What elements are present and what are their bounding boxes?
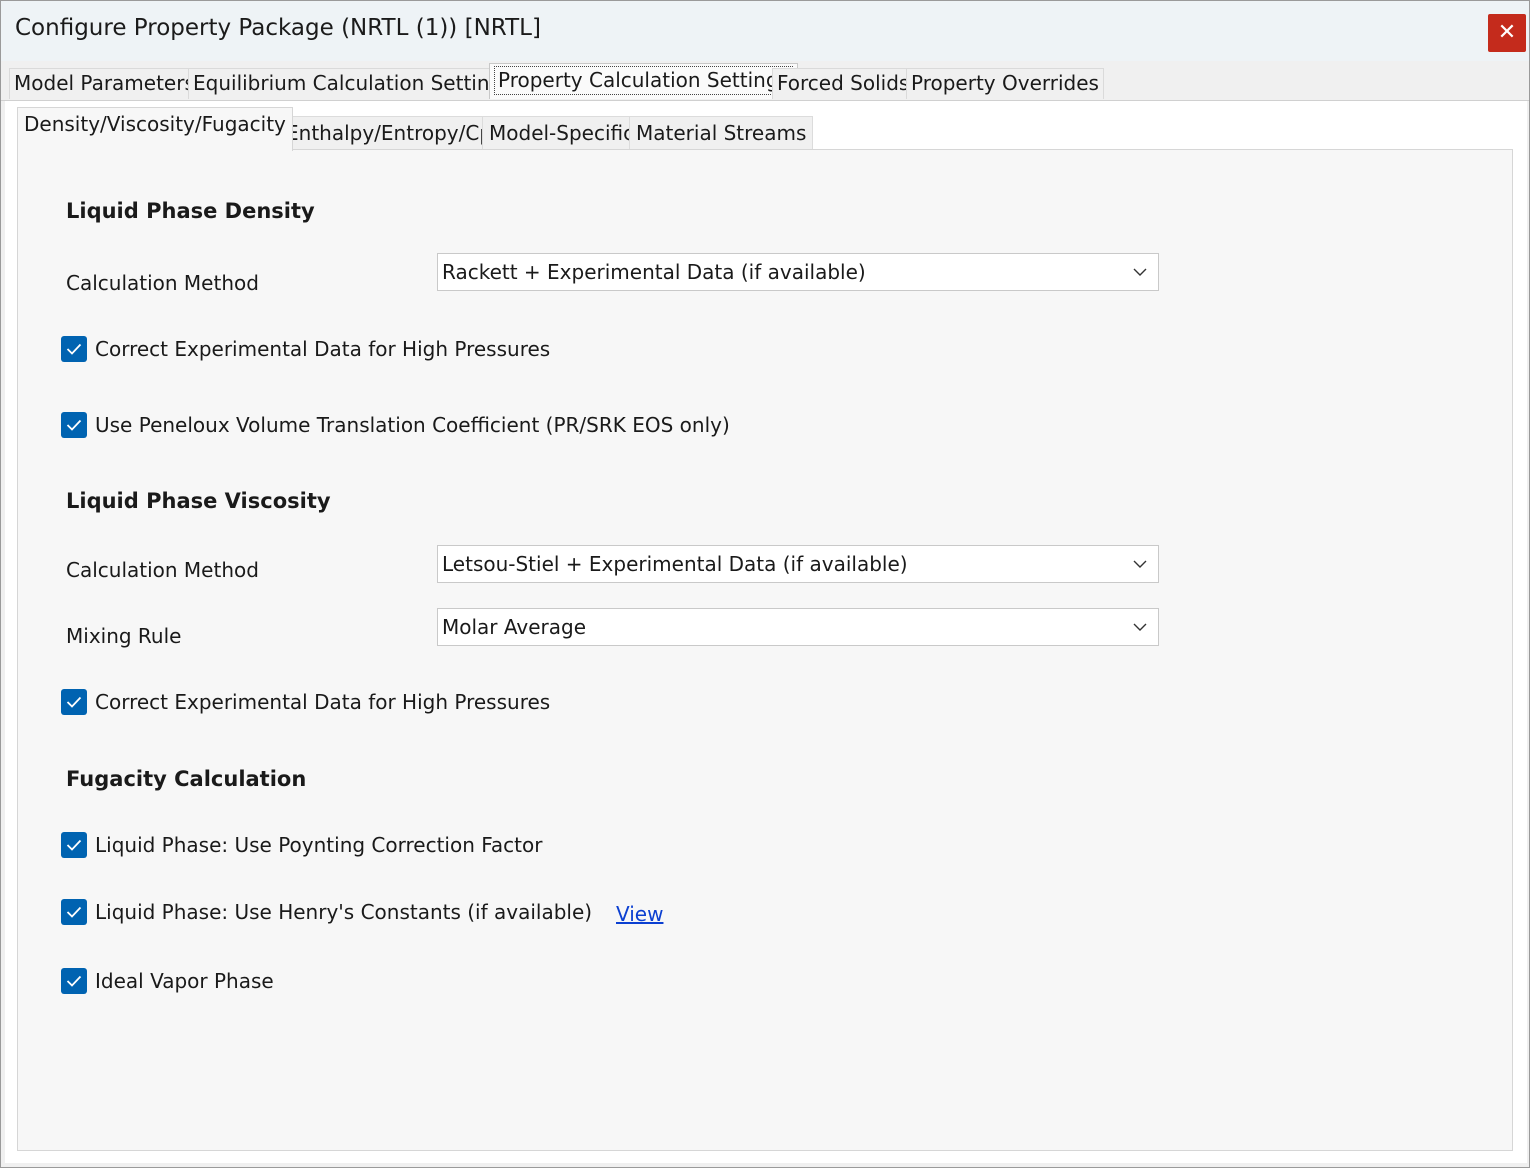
density-correct-high-pressure-checkbox[interactable]: Correct Experimental Data for High Press… xyxy=(61,336,550,366)
close-button[interactable]: ✕ xyxy=(1488,14,1526,52)
liquid-density-heading: Liquid Phase Density xyxy=(66,199,315,223)
checkbox-checked-icon xyxy=(61,968,87,994)
tab-property-overrides[interactable]: Property Overrides xyxy=(906,68,1104,99)
ideal-vapor-label: Ideal Vapor Phase xyxy=(95,969,274,993)
viscosity-correct-high-pressure-checkbox[interactable]: Correct Experimental Data for High Press… xyxy=(61,689,550,719)
checkbox-checked-icon xyxy=(61,832,87,858)
mixing-rule-label: Mixing Rule xyxy=(66,624,182,648)
window-title: Configure Property Package (NRTL (1)) [N… xyxy=(15,15,541,41)
outer-tab-bar: Model Parameters Equilibrium Calculation… xyxy=(1,61,1529,101)
checkbox-checked-icon xyxy=(61,689,87,715)
mixing-rule-dropdown[interactable]: Molar Average xyxy=(437,608,1159,646)
checkbox-checked-icon xyxy=(61,336,87,362)
checkbox-checked-icon xyxy=(61,899,87,925)
title-bar: Configure Property Package (NRTL (1)) [N… xyxy=(1,1,1529,61)
viscosity-correct-high-pressure-label: Correct Experimental Data for High Press… xyxy=(95,690,551,714)
tab-model-specific[interactable]: Model-Specific xyxy=(482,116,642,150)
checkbox-checked-icon xyxy=(61,412,87,438)
tab-density-viscosity-fugacity[interactable]: Density/Viscosity/Fugacity xyxy=(17,107,293,151)
henry-view-link[interactable]: View xyxy=(616,902,663,926)
viscosity-calc-method-value: Letsou-Stiel + Experimental Data (if ava… xyxy=(442,552,908,576)
density-calc-method-label: Calculation Method xyxy=(66,271,259,295)
tab-equilibrium-calculation-settings[interactable]: Equilibrium Calculation Settings xyxy=(188,68,518,99)
tab-enthalpy-entropy-cp[interactable]: Enthalpy/Entropy/Cp xyxy=(279,116,500,150)
density-calc-method-value: Rackett + Experimental Data (if availabl… xyxy=(442,260,866,284)
liquid-viscosity-heading: Liquid Phase Viscosity xyxy=(66,489,331,513)
inner-tab-bar: Density/Viscosity/Fugacity Enthalpy/Entr… xyxy=(17,107,1513,151)
poynting-label: Liquid Phase: Use Poynting Correction Fa… xyxy=(95,833,543,857)
tab-property-calculation-settings-label: Property Calculation Settings xyxy=(494,66,793,95)
chevron-down-icon xyxy=(1133,623,1147,631)
viscosity-calc-method-dropdown[interactable]: Letsou-Stiel + Experimental Data (if ava… xyxy=(437,545,1159,583)
chevron-down-icon xyxy=(1133,560,1147,568)
tab-material-streams[interactable]: Material Streams xyxy=(629,116,814,150)
density-calc-method-dropdown[interactable]: Rackett + Experimental Data (if availabl… xyxy=(437,253,1159,291)
property-calculation-settings-panel: Density/Viscosity/Fugacity Enthalpy/Entr… xyxy=(5,101,1527,1163)
close-icon: ✕ xyxy=(1497,20,1517,45)
poynting-checkbox[interactable]: Liquid Phase: Use Poynting Correction Fa… xyxy=(61,832,543,862)
henry-constants-checkbox[interactable]: Liquid Phase: Use Henry's Constants (if … xyxy=(61,899,592,929)
mixing-rule-value: Molar Average xyxy=(442,615,587,639)
tab-property-calculation-settings[interactable]: Property Calculation Settings xyxy=(489,63,798,99)
tab-forced-solids[interactable]: Forced Solids xyxy=(772,68,915,99)
tab-model-parameters[interactable]: Model Parameters xyxy=(9,68,200,99)
density-viscosity-fugacity-content: Liquid Phase Density Calculation Method … xyxy=(17,149,1513,1151)
ideal-vapor-checkbox[interactable]: Ideal Vapor Phase xyxy=(61,968,321,998)
density-correct-high-pressure-label: Correct Experimental Data for High Press… xyxy=(95,337,551,361)
chevron-down-icon xyxy=(1133,268,1147,276)
viscosity-calc-method-label: Calculation Method xyxy=(66,558,259,582)
fugacity-heading: Fugacity Calculation xyxy=(66,767,307,791)
peneloux-checkbox[interactable]: Use Peneloux Volume Translation Coeffici… xyxy=(61,412,730,442)
configure-property-package-window: Configure Property Package (NRTL (1)) [N… xyxy=(0,0,1530,1168)
henry-constants-label: Liquid Phase: Use Henry's Constants (if … xyxy=(95,900,593,924)
peneloux-label: Use Peneloux Volume Translation Coeffici… xyxy=(95,413,730,437)
